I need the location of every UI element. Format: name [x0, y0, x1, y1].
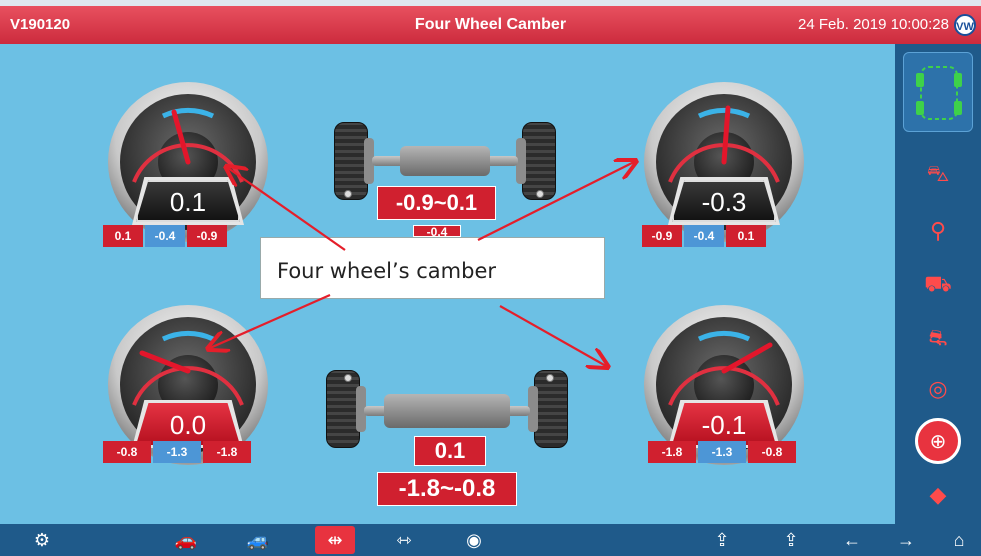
- value-low: -0.8: [103, 441, 151, 463]
- lift-up-button[interactable]: ⇪: [702, 526, 742, 554]
- car-side-alt-button[interactable]: 🚙: [238, 526, 278, 554]
- arrow-rear-right: [499, 305, 606, 366]
- eraser-button[interactable]: ◆: [895, 472, 981, 518]
- gauge-front-right: -0.3: [644, 82, 804, 242]
- gauge-value: 0.0: [136, 403, 240, 445]
- car-lift-icon: ⛍: [926, 160, 950, 186]
- rear-axle-center: 0.1: [414, 436, 486, 466]
- toe-button[interactable]: ⇹: [315, 526, 355, 554]
- steering-button[interactable]: ◉: [454, 526, 494, 554]
- arrow-left-icon: ←: [843, 529, 861, 550]
- rear-left-values: -0.8 -1.3 -1.8: [103, 441, 251, 463]
- axle-icon: ⇿: [396, 529, 412, 550]
- arrow-right-icon: →: [897, 529, 915, 550]
- value-low: -0.9: [642, 225, 682, 247]
- wheel-adjust-button[interactable]: ◎: [895, 366, 981, 412]
- front-left-values: 0.1 -0.4 -0.9: [103, 225, 227, 247]
- car-side-button[interactable]: 🚗: [166, 526, 206, 554]
- value-mid: -0.4: [684, 225, 724, 247]
- value-mid: -1.3: [153, 441, 201, 463]
- value-mid: -0.4: [145, 225, 185, 247]
- value-high: -0.9: [187, 225, 227, 247]
- back-button[interactable]: ←: [832, 526, 872, 554]
- car-search-icon: ⚲: [929, 218, 947, 243]
- axle-active-button[interactable]: ⊕: [895, 418, 981, 464]
- gauge-front-left: 0.1: [108, 82, 268, 242]
- value-low: 0.1: [103, 225, 143, 247]
- main-panel: 0.1 0.1 -0.4 -0.9 -0.3 -0.9 -0.4 0.1 0.0…: [0, 44, 895, 524]
- car-front-icon: ⛐: [928, 324, 948, 350]
- car-overview-button[interactable]: [903, 52, 973, 132]
- front-axle-center: -0.4: [413, 225, 461, 237]
- next-button[interactable]: →: [886, 526, 926, 554]
- vw-logo: VW: [954, 14, 976, 36]
- rear-axle-range: -1.8~-0.8: [377, 472, 517, 506]
- title-bar: V190120 Four Wheel Camber 24 Feb. 2019 1…: [0, 0, 981, 44]
- needle: [139, 350, 191, 374]
- gauge-value: -0.1: [672, 403, 776, 445]
- settings-icon: ⚙: [33, 529, 51, 550]
- datetime: 24 Feb. 2019 10:00:28: [798, 16, 949, 33]
- gauge-value: 0.1: [136, 180, 240, 222]
- car-service-button[interactable]: ⛟: [895, 262, 981, 308]
- value-high: -1.8: [203, 441, 251, 463]
- wheel-adjust-icon: ◎: [928, 376, 948, 401]
- eraser-icon: ◆: [929, 482, 947, 507]
- car-overview-icon: [916, 66, 962, 120]
- car-front-button[interactable]: ⛐: [895, 316, 981, 362]
- value-high: -0.8: [748, 441, 796, 463]
- right-toolbar: ⛍ ⚲ ⛟ ⛐ ◎ ⊕ ◆: [895, 44, 981, 524]
- steering-icon: ◉: [466, 529, 482, 550]
- lift-up-alt-button[interactable]: ⇪: [771, 526, 811, 554]
- needle: [721, 342, 773, 374]
- front-right-values: -0.9 -0.4 0.1: [642, 225, 766, 247]
- car-search-button[interactable]: ⚲: [895, 208, 981, 254]
- value-low: -1.8: [648, 441, 696, 463]
- axle-button[interactable]: ⇿: [384, 526, 424, 554]
- settings-button[interactable]: ⚙: [22, 526, 62, 554]
- bottom-toolbar: ⚙ 🚗 🚙 ⇹ ⇿ ◉ ⇪ ⇪ ← → ⌂: [0, 524, 981, 556]
- needle: [171, 109, 191, 165]
- value-high: 0.1: [726, 225, 766, 247]
- home-button[interactable]: ⌂: [939, 526, 979, 554]
- gauge-value: -0.3: [672, 180, 776, 222]
- lift-up-alt-icon: ⇪: [783, 529, 799, 550]
- value-mid: -1.3: [698, 441, 746, 463]
- rear-right-values: -1.8 -1.3 -0.8: [648, 441, 796, 463]
- front-axle-range: -0.9~0.1: [377, 186, 496, 220]
- needle: [721, 105, 731, 165]
- axle-active-icon: ⊕: [915, 418, 961, 464]
- car-side-icon: 🚗: [174, 529, 198, 550]
- car-side-alt-icon: 🚙: [246, 529, 270, 550]
- camber-callout: Four wheel’s camber: [260, 237, 605, 299]
- car-lift-button[interactable]: ⛍: [895, 152, 981, 198]
- home-icon: ⌂: [953, 529, 965, 550]
- toe-icon: ⇹: [327, 529, 343, 550]
- lift-up-icon: ⇪: [714, 529, 730, 550]
- car-service-icon: ⛟: [924, 270, 952, 296]
